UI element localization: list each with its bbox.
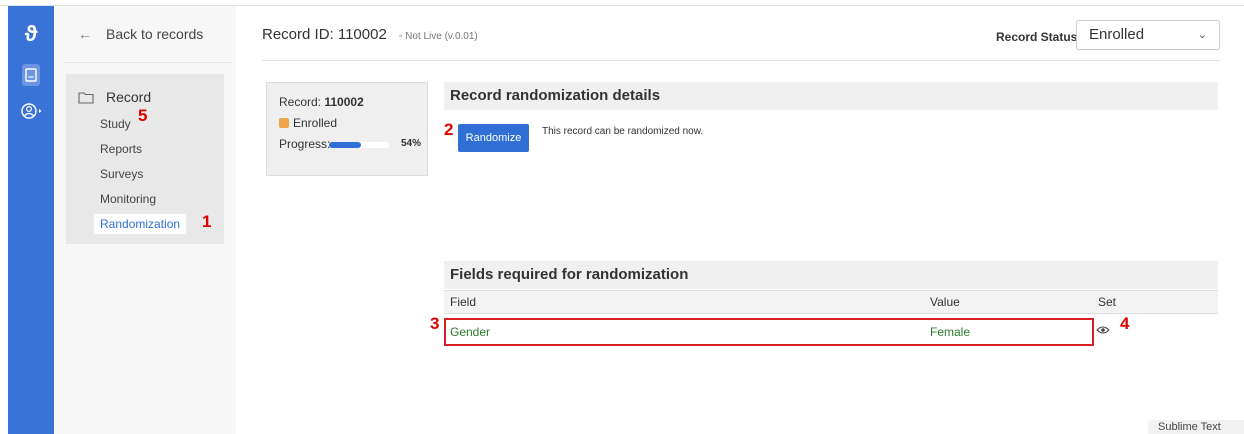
- highlight-box: [444, 318, 1094, 346]
- record-nav-panel: Record Study Reports Surveys Monitoring …: [66, 74, 224, 244]
- record-status-label: Record Status:: [996, 30, 1082, 44]
- record-status-select[interactable]: Enrolled ⌄: [1076, 20, 1220, 50]
- summary-status-line: Enrolled: [279, 116, 337, 130]
- header-divider: [262, 60, 1220, 61]
- enrolled-status-dot: [279, 118, 289, 128]
- randomization-details-title: Record randomization details: [444, 82, 1218, 110]
- annotation-1: 1: [202, 212, 212, 231]
- sidebar-item-reports[interactable]: Reports: [100, 142, 142, 156]
- randomize-button[interactable]: Randomize: [458, 124, 529, 152]
- randomization-message: This record can be randomized now.: [542, 126, 704, 137]
- record-summary-card: Record: 110002 Enrolled Progress: 54%: [266, 82, 428, 176]
- records-nav-button[interactable]: [22, 64, 40, 86]
- summary-record-line: Record: 110002: [279, 95, 364, 109]
- live-status: ◦ Not Live (v.0.01): [398, 31, 478, 42]
- sidebar-item-surveys[interactable]: Surveys: [100, 167, 143, 181]
- view-field-button[interactable]: [1096, 322, 1110, 340]
- annotation-3: 3: [430, 314, 440, 333]
- column-header-value: Value: [930, 295, 960, 309]
- record-status-value: Enrolled: [1089, 26, 1145, 43]
- eye-icon: [1096, 326, 1110, 334]
- arrow-left-icon: ←: [78, 26, 92, 42]
- progress-bar: [329, 142, 389, 148]
- sidebar-item-randomization[interactable]: Randomization: [94, 214, 187, 234]
- annotation-2: 2: [444, 120, 454, 139]
- fields-table-header: Field Value Set: [444, 290, 1218, 314]
- progress-percent: 54%: [401, 138, 422, 149]
- taskbar-app-label[interactable]: Sublime Text: [1148, 420, 1244, 434]
- column-header-set: Set: [1098, 295, 1117, 309]
- column-header-field: Field: [450, 295, 477, 309]
- back-label: Back to records: [106, 26, 204, 42]
- summary-progress-label: Progress:: [279, 137, 331, 151]
- summary-status: Enrolled: [293, 116, 338, 130]
- record-id: Record ID: 110002: [262, 26, 387, 43]
- summary-record-label: Record:: [279, 95, 325, 109]
- user-circle-icon: [21, 103, 42, 119]
- document-icon: [25, 68, 37, 82]
- sidebar-divider: [64, 62, 232, 63]
- app-rail: ϑ: [8, 6, 54, 434]
- app-logo[interactable]: ϑ: [19, 22, 43, 46]
- sidebar-item-randomization-label: Randomization: [94, 214, 187, 234]
- sidebar-item-study[interactable]: Study: [100, 117, 131, 131]
- progress-bar-fill: [329, 142, 362, 148]
- record-section-title: Record: [78, 89, 151, 105]
- chevron-down-icon: ⌄: [1197, 29, 1207, 41]
- annotation-5: 5: [138, 106, 148, 125]
- sidebar-item-monitoring[interactable]: Monitoring: [100, 192, 156, 206]
- folder-icon: [78, 91, 94, 104]
- record-header: Record ID: 110002 ◦ Not Live (v.0.01): [262, 26, 478, 43]
- user-menu-button[interactable]: [20, 102, 44, 122]
- back-to-records-link[interactable]: ← Back to records: [78, 26, 203, 42]
- summary-record-number: 110002: [324, 95, 364, 109]
- fields-required-title: Fields required for randomization: [444, 261, 1218, 289]
- record-section-label: Record: [106, 89, 152, 105]
